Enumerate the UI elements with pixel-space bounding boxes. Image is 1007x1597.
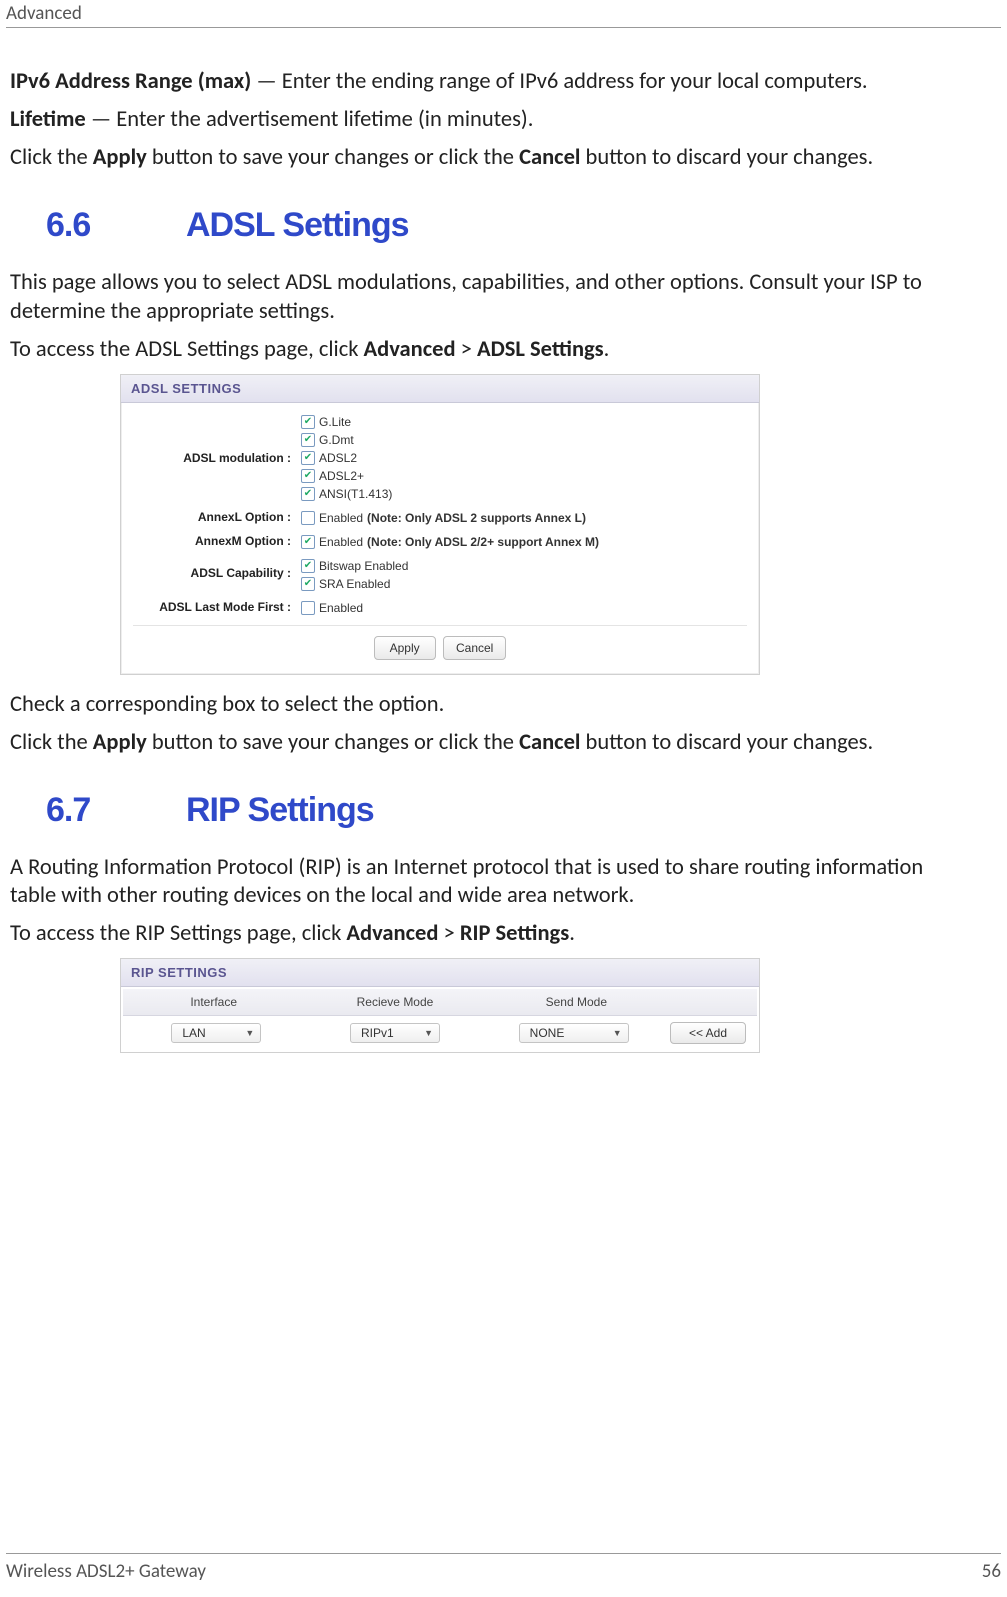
opt-lastmode: Enabled xyxy=(319,599,363,617)
receive-value: RIPv1 xyxy=(361,1026,394,1040)
label-lastmode: ADSL Last Mode First : xyxy=(133,599,301,614)
cancel-word: Cancel xyxy=(519,144,580,171)
section-number: 6.6 xyxy=(46,206,186,245)
annexm-note: (Note: Only ADSL 2/2+ support Annex M) xyxy=(367,533,599,551)
rip-col-action xyxy=(667,989,757,1015)
label-adsl-modulation: ADSL modulation : xyxy=(133,413,301,465)
chevron-down-icon: ▼ xyxy=(613,1028,622,1038)
opt-glite: G.Lite xyxy=(319,413,351,431)
rip-col-send: Send Mode xyxy=(486,989,667,1015)
sec67-p1: A Routing Information Protocol (RIP) is … xyxy=(10,854,967,910)
heading-6-6: 6.6 ADSL Settings xyxy=(46,206,967,245)
rip-settings-screenshot: RIP SETTINGS Interface Recieve Mode Send… xyxy=(120,958,760,1053)
rip-panel-title: RIP SETTINGS xyxy=(121,959,759,987)
annexl-enabled: Enabled xyxy=(319,509,363,527)
interface-select[interactable]: LAN ▼ xyxy=(171,1023,261,1043)
page-header: Advanced xyxy=(6,2,1001,28)
send-value: NONE xyxy=(530,1026,565,1040)
interface-value: LAN xyxy=(182,1026,205,1040)
add-button[interactable]: << Add xyxy=(670,1022,746,1044)
header-title: Advanced xyxy=(6,2,82,25)
paragraph-apply-cancel-1: Click the Apply button to save your chan… xyxy=(10,144,967,172)
opt-adsl2: ADSL2 xyxy=(319,449,357,467)
checkbox-sra[interactable] xyxy=(301,577,315,591)
chevron-down-icon: ▼ xyxy=(424,1028,433,1038)
paragraph-lifetime: Lifetime — Enter the advertisement lifet… xyxy=(10,106,967,134)
chevron-down-icon: ▼ xyxy=(245,1028,254,1038)
opt-adsl2p: ADSL2+ xyxy=(319,467,364,485)
post-adsl-p1: Check a corresponding box to select the … xyxy=(10,691,967,719)
desc-ipv6-max: — Enter the ending range of IPv6 address… xyxy=(251,68,867,95)
checkbox-lastmode[interactable] xyxy=(301,601,315,615)
checkbox-adsl2[interactable] xyxy=(301,451,315,465)
paragraph-apply-cancel-2: Click the Apply button to save your chan… xyxy=(10,729,967,757)
section-number: 6.7 xyxy=(46,791,186,830)
label-annexm: AnnexM Option : xyxy=(133,533,301,548)
send-mode-select[interactable]: NONE ▼ xyxy=(519,1023,629,1043)
label-annexl: AnnexL Option : xyxy=(133,509,301,524)
checkbox-annexm[interactable] xyxy=(301,535,315,549)
checkbox-glite[interactable] xyxy=(301,415,315,429)
rip-table-header: Interface Recieve Mode Send Mode xyxy=(123,989,757,1016)
checkbox-ansi[interactable] xyxy=(301,487,315,501)
checkbox-adsl2p[interactable] xyxy=(301,469,315,483)
apply-word: Apply xyxy=(93,144,147,171)
annexm-enabled: Enabled xyxy=(319,533,363,551)
checkbox-gdmt[interactable] xyxy=(301,433,315,447)
checkbox-bitswap[interactable] xyxy=(301,559,315,573)
cancel-button[interactable]: Cancel xyxy=(443,636,506,660)
adsl-panel-title: ADSL SETTINGS xyxy=(121,375,759,403)
opt-ansi: ANSI(T1.413) xyxy=(319,485,392,503)
opt-sra: SRA Enabled xyxy=(319,575,390,593)
section-title: ADSL Settings xyxy=(186,206,409,245)
rip-col-interface: Interface xyxy=(123,989,304,1015)
heading-6-7: 6.7 RIP Settings xyxy=(46,791,967,830)
rip-table-row: LAN ▼ RIPv1 ▼ NONE ▼ xyxy=(123,1016,757,1050)
receive-mode-select[interactable]: RIPv1 ▼ xyxy=(350,1023,440,1043)
sec66-p1: This page allows you to select ADSL modu… xyxy=(10,269,967,325)
rip-col-receive: Recieve Mode xyxy=(304,989,485,1015)
footer-left: Wireless ADSL2+ Gateway xyxy=(6,1560,206,1583)
adsl-settings-screenshot: ADSL SETTINGS ADSL modulation : G.Lite G… xyxy=(120,374,760,675)
sec66-p2: To access the ADSL Settings page, click … xyxy=(10,336,967,364)
paragraph-ipv6-max: IPv6 Address Range (max) — Enter the end… xyxy=(10,68,967,96)
annexl-note: (Note: Only ADSL 2 supports Annex L) xyxy=(367,509,586,527)
opt-bitswap: Bitswap Enabled xyxy=(319,557,408,575)
sec67-p2: To access the RIP Settings page, click A… xyxy=(10,920,967,948)
section-title: RIP Settings xyxy=(186,791,374,830)
term-ipv6-max: IPv6 Address Range (max) xyxy=(10,68,251,95)
apply-button[interactable]: Apply xyxy=(374,636,436,660)
opt-gdmt: G.Dmt xyxy=(319,431,354,449)
footer-page-number: 56 xyxy=(982,1560,1001,1583)
checkbox-annexl[interactable] xyxy=(301,511,315,525)
label-capability: ADSL Capability : xyxy=(133,557,301,580)
page-footer: Wireless ADSL2+ Gateway 56 xyxy=(6,1553,1001,1583)
term-lifetime: Lifetime xyxy=(10,106,86,133)
desc-lifetime: — Enter the advertisement lifetime (in m… xyxy=(86,106,534,133)
